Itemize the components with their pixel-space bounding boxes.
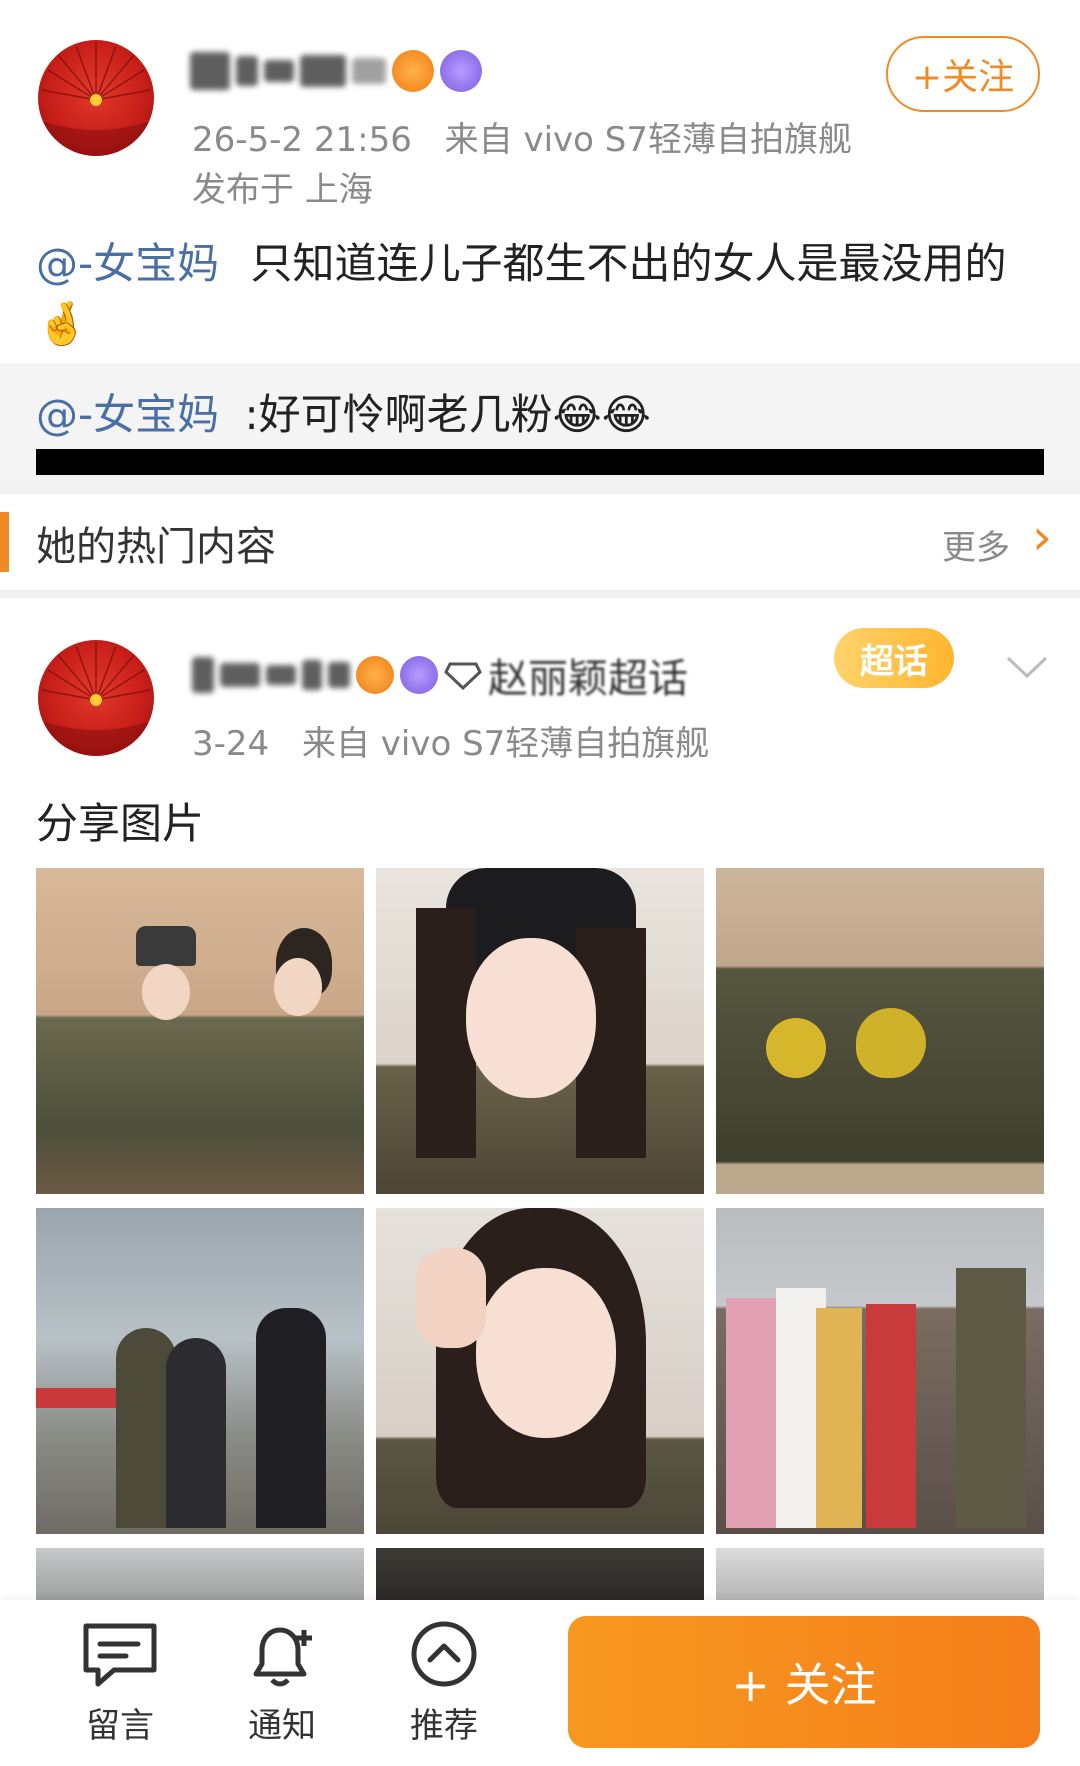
image-thumbnail[interactable] [716, 1548, 1044, 1600]
post-body: @-女宝妈 只知道连儿子都生不出的女人是最没用的 🤞 [36, 234, 1046, 354]
image-thumbnail[interactable] [716, 868, 1044, 1194]
face [142, 964, 190, 1020]
comment-label: 留言 [86, 1706, 154, 1746]
chevron-up-circle-icon [411, 1621, 477, 1687]
section-divider [0, 480, 1080, 494]
avatar[interactable] [38, 40, 154, 156]
post-meta: 26-5-2 21:56 来自 vivo S7轻薄自拍旗舰 [192, 112, 852, 161]
post-source: 来自 vivo S7轻薄自拍旗舰 [301, 724, 710, 764]
notify-label: 通知 [248, 1706, 316, 1746]
person [866, 1304, 916, 1528]
section-divider [0, 592, 1080, 598]
mention-link[interactable]: @-女宝妈 [36, 239, 219, 288]
recommend-label: 推荐 [410, 1706, 478, 1746]
post-timestamp: 3-24 [192, 724, 270, 764]
bell-plus-icon [253, 1627, 312, 1687]
face [274, 958, 322, 1016]
purple-fish-badge-icon [440, 50, 482, 92]
person [816, 1308, 862, 1528]
person [166, 1338, 226, 1528]
follow-main-button[interactable]: + 关注 [568, 1616, 1040, 1748]
post-location: 发布于 上海 [192, 170, 373, 210]
orange-fish-badge-icon [356, 656, 394, 694]
super-topic-badge[interactable]: 超话 [834, 628, 954, 688]
chevron-down-icon[interactable] [1004, 652, 1050, 682]
person [256, 1308, 326, 1528]
more-link[interactable]: 更多 [942, 520, 1010, 569]
image-thumbnail[interactable] [36, 1208, 364, 1534]
username-blurred[interactable]: 赵丽颖超话 [192, 650, 688, 702]
super-topic-diamond-icon [444, 662, 482, 690]
purple-fish-badge-icon [400, 656, 438, 694]
post-meta: 3-24 来自 vivo S7轻薄自拍旗舰 [192, 716, 709, 765]
person [726, 1298, 776, 1528]
image-thumbnail[interactable] [36, 1548, 364, 1600]
fan-avatar-icon [38, 42, 154, 156]
username-blurred[interactable] [190, 46, 482, 96]
image-thumbnail[interactable] [376, 1548, 704, 1600]
image-thumbnail[interactable] [716, 1208, 1044, 1534]
avatar[interactable] [38, 640, 154, 756]
quote-mention[interactable]: @-女宝妈 [36, 390, 219, 439]
follow-button[interactable]: +关注 [886, 36, 1040, 112]
quote-box[interactable]: @-女宝妈 :好可怜啊老几粉😂😂 [0, 363, 1080, 480]
redaction-bar [36, 449, 1044, 475]
cap [136, 926, 196, 966]
person [956, 1268, 1026, 1528]
post-text: 只知道连儿子都生不出的女人是最没用的 [250, 239, 1007, 288]
pompom [856, 1008, 926, 1078]
hand-emoji: 🤞 [36, 299, 89, 348]
orange-fish-badge-icon [392, 50, 434, 92]
image-thumbnail[interactable] [376, 868, 704, 1194]
peace-hand [416, 1248, 486, 1348]
notify-button[interactable]: 通知 [242, 1620, 322, 1750]
hot-content-bar[interactable]: 她的热门内容 更多 › [0, 494, 1080, 592]
post-timestamp: 26-5-2 21:56 [192, 120, 412, 160]
pompom [766, 1018, 826, 1078]
super-topic-name[interactable]: 赵丽颖超话 [488, 646, 688, 704]
post-text: 分享图片 [36, 799, 205, 848]
comment-button[interactable]: 留言 [80, 1620, 160, 1750]
post-source: 来自 vivo S7轻薄自拍旗舰 [444, 120, 852, 160]
chevron-right-icon: › [1032, 508, 1052, 566]
bottom-action-bar: 留言 通知 推荐 + 关注 [0, 1600, 1080, 1766]
quote-text: @-女宝妈 :好可怜啊老几粉😂😂 [36, 385, 651, 445]
face [476, 1268, 616, 1438]
section-title: 她的热门内容 [36, 524, 276, 570]
face [466, 938, 596, 1098]
image-thumbnail[interactable] [36, 868, 364, 1194]
image-thumbnail[interactable] [376, 1208, 704, 1534]
quote-content: :好可怜啊老几粉 [244, 390, 553, 439]
comment-bubble-icon [83, 1623, 157, 1687]
recommend-button[interactable]: 推荐 [404, 1620, 484, 1750]
section-accent [0, 512, 9, 572]
laughing-emoji: 😂😂 [552, 390, 651, 439]
fan-avatar-icon [38, 642, 154, 756]
